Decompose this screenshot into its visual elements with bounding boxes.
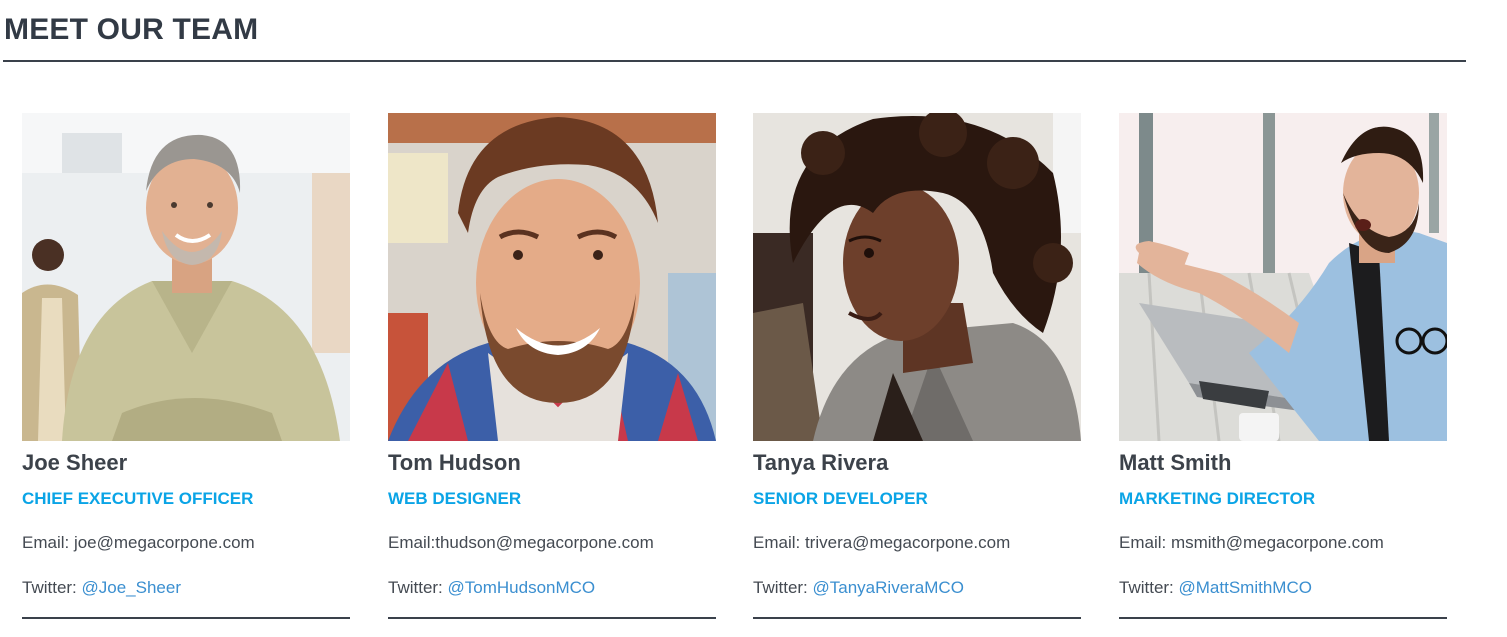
- section-title: MEET OUR TEAM: [4, 13, 259, 46]
- card-divider: [1119, 617, 1447, 619]
- member-role: CHIEF EXECUTIVE OFFICER: [22, 489, 254, 508]
- title-divider: [3, 60, 1466, 62]
- member-role: SENIOR DEVELOPER: [753, 489, 928, 508]
- twitter-label: Twitter:: [753, 578, 813, 597]
- twitter-link[interactable]: @MattSmithMCO: [1179, 578, 1312, 597]
- member-role: WEB DESIGNER: [388, 489, 522, 508]
- member-photo: [1119, 113, 1447, 441]
- member-role: MARKETING DIRECTOR: [1119, 489, 1316, 508]
- member-email: Email: trivera@megacorpone.com: [753, 533, 1011, 552]
- twitter-label: Twitter:: [388, 578, 448, 597]
- team-member-card: Tanya Rivera SENIOR DEVELOPER Email: tri…: [753, 113, 1081, 621]
- member-photo: [22, 113, 350, 441]
- member-name: Tom Hudson: [388, 450, 521, 475]
- member-twitter: Twitter: @TomHudsonMCO: [388, 578, 595, 598]
- member-name: Joe Sheer: [22, 450, 128, 475]
- team-member-card: Tom Hudson WEB DESIGNER Email:thudson@me…: [388, 113, 716, 621]
- member-photo: [753, 113, 1081, 441]
- twitter-link[interactable]: @TomHudsonMCO: [448, 578, 596, 597]
- member-email: Email: msmith@megacorpone.com: [1119, 533, 1384, 552]
- twitter-label: Twitter:: [22, 578, 82, 597]
- member-email: Email: joe@megacorpone.com: [22, 533, 255, 552]
- team-member-card: Joe Sheer CHIEF EXECUTIVE OFFICER Email:…: [22, 113, 350, 621]
- member-photo: [388, 113, 716, 441]
- card-divider: [753, 617, 1081, 619]
- team-member-card: Matt Smith MARKETING DIRECTOR Email: msm…: [1119, 113, 1447, 621]
- card-divider: [22, 617, 350, 619]
- twitter-link[interactable]: @TanyaRiveraMCO: [813, 578, 964, 597]
- member-name: Tanya Rivera: [753, 450, 889, 475]
- member-twitter: Twitter: @Joe_Sheer: [22, 578, 181, 598]
- twitter-link[interactable]: @Joe_Sheer: [82, 578, 182, 597]
- member-name: Matt Smith: [1119, 450, 1232, 475]
- twitter-label: Twitter:: [1119, 578, 1179, 597]
- member-twitter: Twitter: @TanyaRiveraMCO: [753, 578, 964, 598]
- card-divider: [388, 617, 716, 619]
- member-email: Email:thudson@megacorpone.com: [388, 533, 654, 552]
- member-twitter: Twitter: @MattSmithMCO: [1119, 578, 1312, 598]
